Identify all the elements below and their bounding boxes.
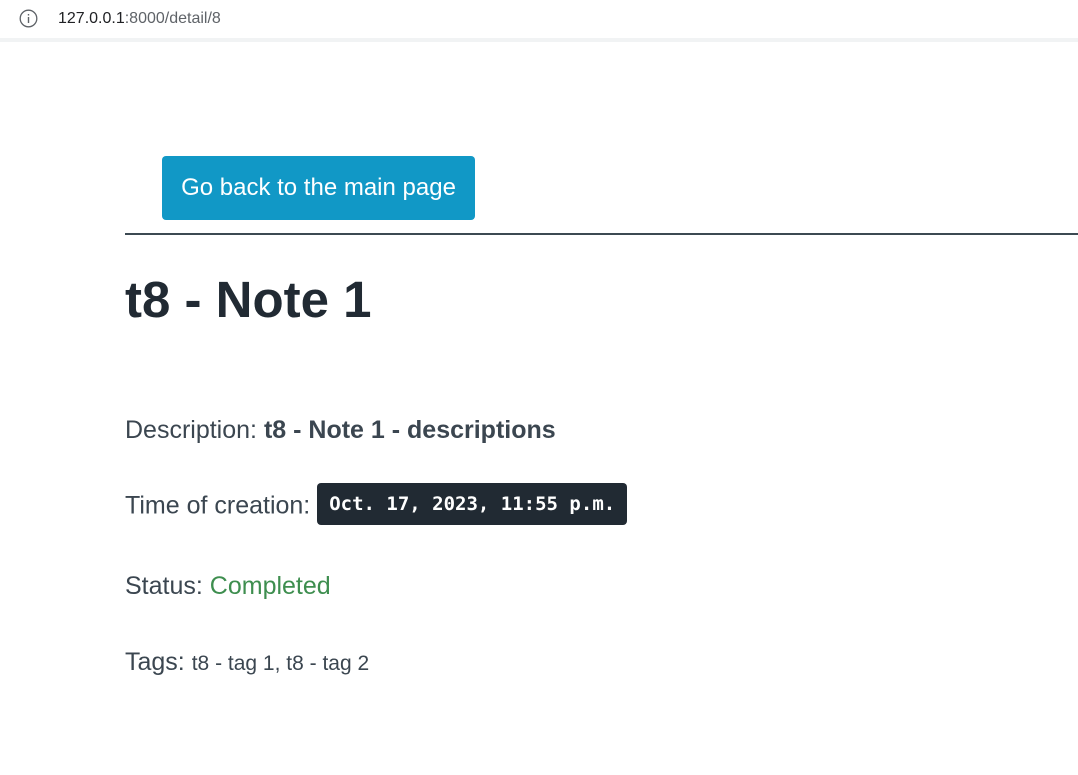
tags-label: Tags: [125, 648, 185, 676]
time-label: Time of creation: [125, 491, 311, 520]
description-row: Description: t8 - Note 1 - descriptions [125, 415, 556, 445]
status-row: Status: Completed [125, 571, 331, 601]
time-of-creation-row: Time of creation: Oct. 17, 2023, 11:55 p… [125, 483, 628, 525]
url-host: 127.0.0.1 [58, 10, 125, 27]
back-to-main-button[interactable]: Go back to the main page [162, 156, 475, 220]
status-label: Status: [125, 572, 203, 600]
url-path: :8000/detail/8 [124, 10, 221, 27]
page-title: t8 - Note 1 [125, 271, 372, 328]
status-value: Completed [209, 572, 331, 600]
description-value: t8 - Note 1 - descriptions [263, 416, 556, 444]
description-label: Description: [125, 416, 257, 444]
time-badge: Oct. 17, 2023, 11:55 p.m. [317, 483, 628, 525]
tags-value: t8 - tag 1, t8 - tag 2 [191, 652, 370, 675]
browser-address-bar[interactable]: 127.0.0.1:8000/detail/8 [0, 0, 1078, 42]
tags-row: Tags: t8 - tag 1, t8 - tag 2 [125, 647, 369, 679]
info-icon[interactable] [19, 9, 38, 28]
divider [125, 233, 1078, 235]
url-text[interactable]: 127.0.0.1:8000/detail/8 [58, 9, 221, 28]
